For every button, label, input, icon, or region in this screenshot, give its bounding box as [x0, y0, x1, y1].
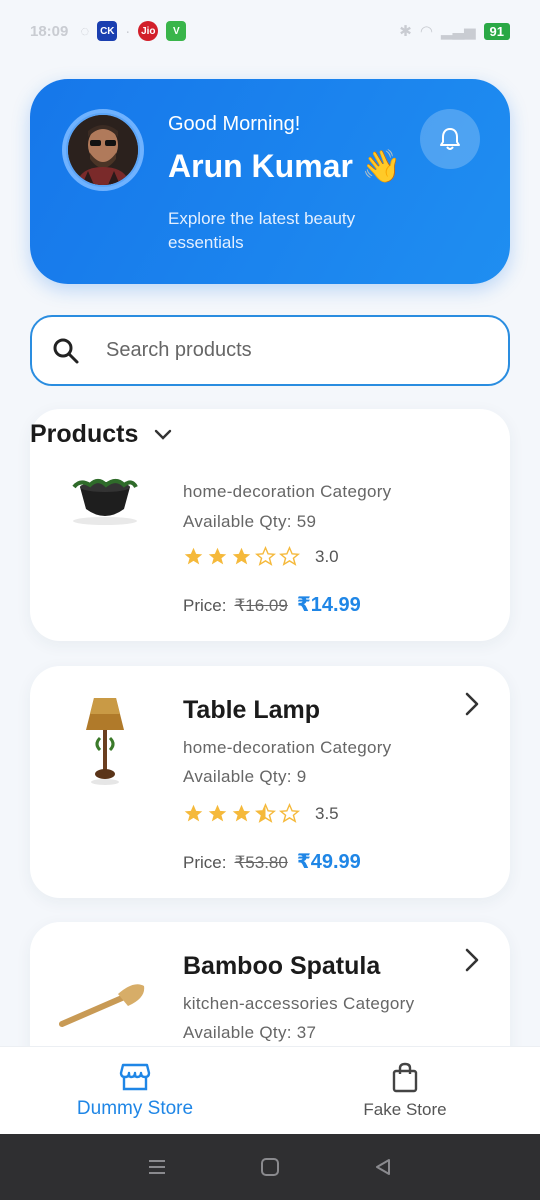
nav-fake-store[interactable]: Fake Store: [270, 1047, 540, 1134]
avatar-ring[interactable]: [62, 109, 144, 191]
product-qty: Available Qty: 9: [183, 767, 307, 786]
vi-app-icon: V: [166, 21, 187, 41]
product-category: home-decoration Category: [183, 482, 392, 501]
star-full-icon: [232, 804, 251, 822]
product-qty: Available Qty: 59: [183, 512, 317, 531]
jio-app-icon: Jio: [138, 21, 159, 41]
wifi-icon: ◠: [419, 23, 433, 40]
store-icon: [119, 1063, 151, 1090]
ck-app-icon: CK: [97, 21, 118, 41]
chevron-right-icon[interactable]: [462, 690, 482, 718]
product-image: [50, 688, 160, 798]
nav-label: Fake Store: [363, 1099, 447, 1119]
price-label: Price:: [183, 596, 227, 615]
home-icon[interactable]: [260, 1157, 280, 1177]
new-price: ₹14.99: [296, 594, 361, 616]
bottom-navigation: Dummy Store Fake Store: [0, 1046, 540, 1134]
shopping-bag-icon: [392, 1062, 418, 1092]
product-card[interactable]: Table Lamp home-decoration Category Avai…: [30, 666, 510, 898]
back-icon[interactable]: [373, 1157, 393, 1177]
header-tagline: Explore the latest beauty essentials: [168, 209, 356, 252]
product-price: Price: ₹16.09 ₹14.99: [183, 592, 361, 617]
old-price: ₹53.80: [234, 853, 288, 872]
star-empty-icon: [279, 803, 300, 823]
battery-indicator: 91: [483, 22, 510, 40]
star-empty-icon: [255, 546, 276, 566]
greeting-text: Good Morning!: [168, 113, 301, 135]
products-section-header[interactable]: Products: [30, 420, 172, 449]
chevron-right-icon[interactable]: [462, 946, 482, 974]
search-icon: [53, 338, 79, 363]
greeting-header-card: Good Morning! Arun Kumar 👋 Explore the l…: [30, 79, 510, 284]
new-price: ₹49.99: [296, 851, 361, 873]
product-rating: 3.5: [183, 803, 339, 824]
notifications-button[interactable]: [420, 109, 480, 169]
product-rating: 3.0: [183, 546, 339, 567]
status-bar: 18:09 ◌ CK · Jio V ✱ ◠ ▂▃▅ 91: [0, 0, 540, 62]
product-name: Bamboo Spatula: [183, 952, 381, 980]
whatsapp-icon: ◌: [80, 22, 90, 40]
system-navigation-bar: [0, 1134, 540, 1200]
product-image: [50, 449, 160, 559]
star-full-icon: [208, 547, 227, 565]
chevron-down-icon: [155, 429, 172, 440]
star-full-icon: [184, 547, 203, 565]
avatar: [68, 115, 138, 185]
product-category: home-decoration Category: [183, 738, 392, 757]
rating-value: 3.5: [315, 803, 339, 823]
bell-icon: [440, 128, 460, 150]
star-full-icon: [232, 547, 251, 565]
product-name: Table Lamp: [183, 696, 321, 724]
product-image: [50, 944, 160, 1054]
star-full-icon: [208, 804, 227, 822]
old-price: ₹16.09: [234, 596, 288, 615]
user-name: Arun Kumar 👋: [168, 148, 402, 184]
product-category: kitchen-accessories Category: [183, 994, 415, 1013]
product-qty: Available Qty: 37: [183, 1023, 317, 1042]
price-label: Price:: [183, 853, 227, 872]
star-half-icon: [255, 803, 276, 823]
status-time: 18:09: [30, 22, 69, 40]
star-empty-icon: [279, 546, 300, 566]
rating-value: 3.0: [315, 546, 339, 566]
star-full-icon: [184, 804, 203, 822]
search-input[interactable]: [106, 339, 486, 362]
bluetooth-icon: ✱: [399, 23, 412, 40]
products-section-title: Products: [30, 420, 139, 448]
signal-icon: ▂▃▅: [440, 23, 476, 40]
nav-dummy-store[interactable]: Dummy Store: [0, 1047, 270, 1134]
product-price: Price: ₹53.80 ₹49.99: [183, 849, 361, 874]
nav-label: Dummy Store: [76, 1097, 194, 1119]
menu-icon[interactable]: [147, 1157, 167, 1177]
search-bar[interactable]: [30, 315, 510, 386]
